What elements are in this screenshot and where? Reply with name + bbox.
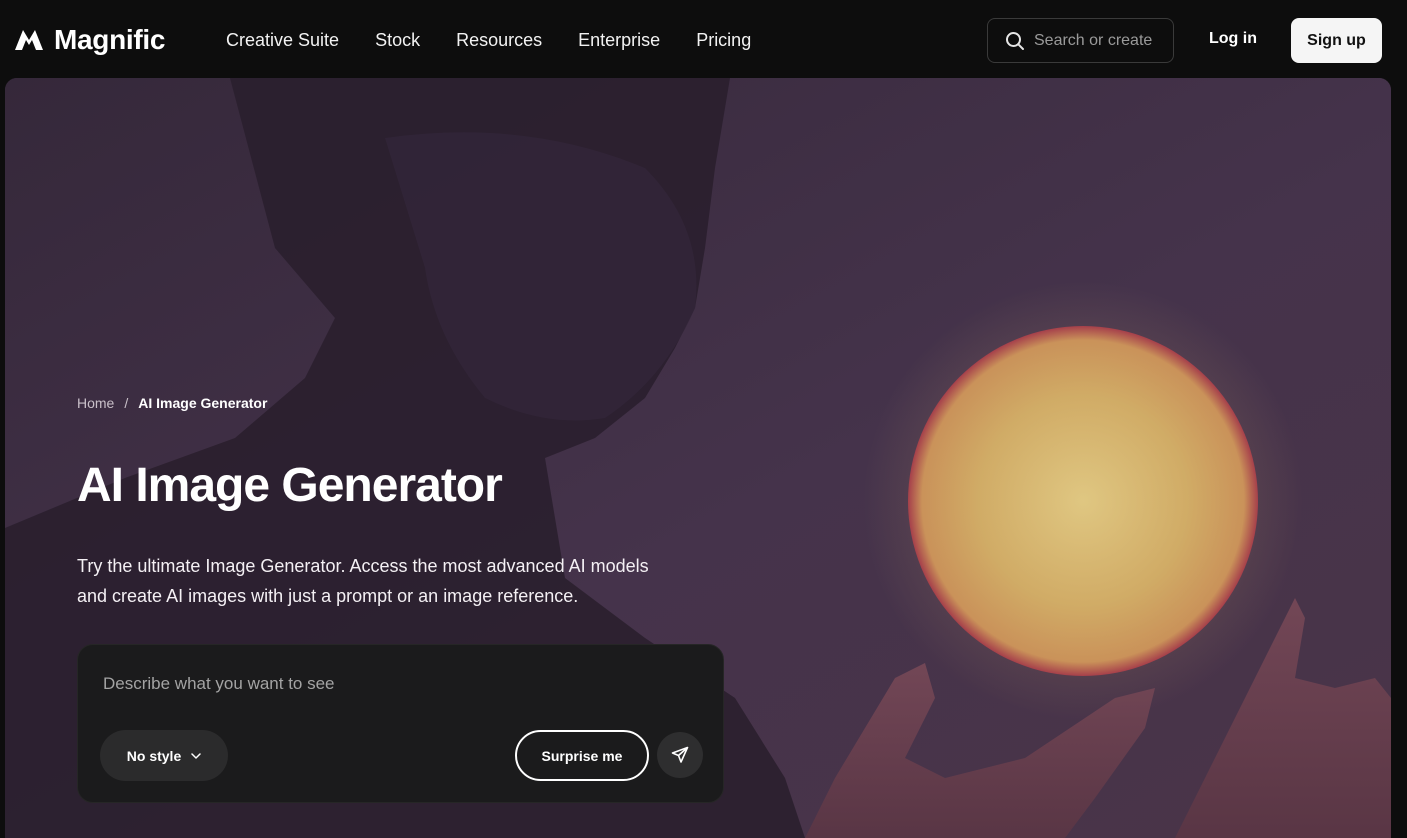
surprise-me-button[interactable]: Surprise me <box>515 730 649 781</box>
breadcrumb: Home / AI Image Generator <box>77 395 267 411</box>
hero-description: Try the ultimate Image Generator. Access… <box>77 556 649 606</box>
nav-link-enterprise[interactable]: Enterprise <box>578 28 660 52</box>
magnific-logo-icon <box>15 30 43 50</box>
search-input[interactable]: Search or create <box>987 18 1174 63</box>
nav-link-creative-suite[interactable]: Creative Suite <box>226 28 339 52</box>
search-icon <box>1006 31 1024 50</box>
breadcrumb-home-link[interactable]: Home <box>77 395 114 411</box>
send-icon <box>671 746 689 763</box>
prompt-card: No style Surprise me <box>77 644 724 803</box>
chevron-down-icon <box>191 752 201 759</box>
top-navbar: Magnific Creative Suite Stock Resources … <box>0 0 1407 78</box>
style-dropdown-label: No style <box>126 747 182 764</box>
breadcrumb-current: AI Image Generator <box>138 395 268 411</box>
nav-link-stock[interactable]: Stock <box>375 28 420 52</box>
main-nav: Creative Suite Stock Resources Enterpris… <box>226 28 787 52</box>
style-dropdown[interactable]: No style <box>100 730 228 781</box>
search-placeholder: Search or create <box>1034 31 1153 49</box>
nav-link-pricing[interactable]: Pricing <box>696 28 751 52</box>
send-button[interactable] <box>657 732 703 778</box>
brand-logo[interactable]: Magnific <box>14 24 165 56</box>
signup-button[interactable]: Sign up <box>1291 18 1382 63</box>
breadcrumb-separator: / <box>124 395 129 411</box>
login-link[interactable]: Log in <box>1209 30 1257 48</box>
brand-name: Magnific <box>54 24 166 55</box>
page-title: AI Image Generator <box>77 459 503 512</box>
prompt-input[interactable] <box>103 671 693 697</box>
nav-link-resources[interactable]: Resources <box>456 28 542 52</box>
hero-section: Home / AI Image Generator AI Image Gener… <box>5 78 1391 838</box>
